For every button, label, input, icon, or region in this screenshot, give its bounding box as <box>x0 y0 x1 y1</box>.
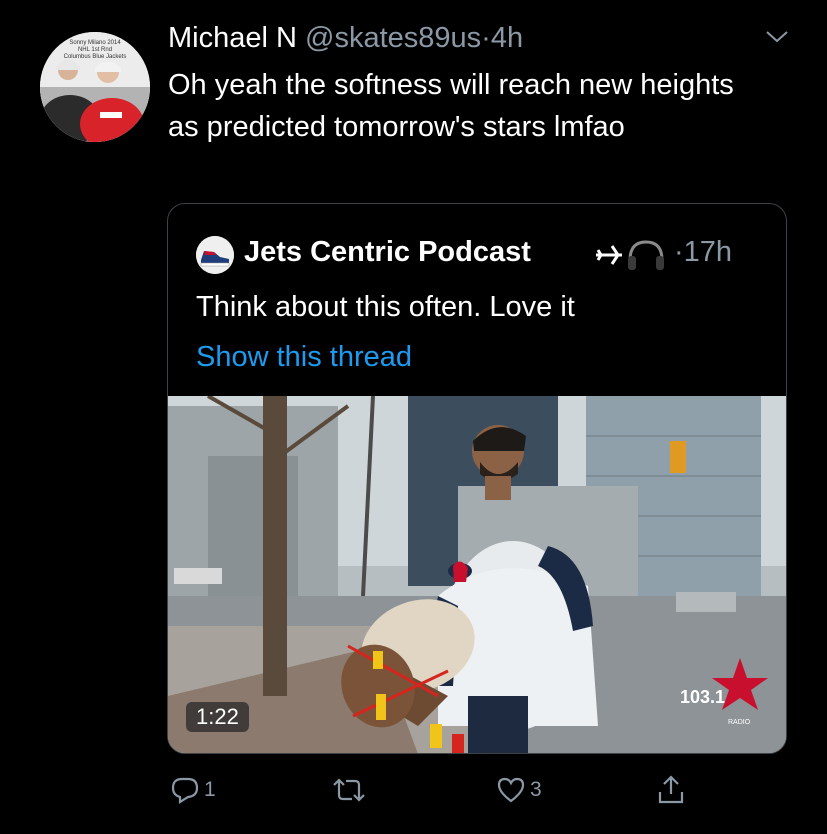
reply-icon <box>171 777 199 804</box>
reply-count: 1 <box>204 778 216 801</box>
video-duration-badge: 1:22 <box>186 702 249 732</box>
quoted-timestamp: 17h <box>683 236 733 268</box>
quoted-time-separator: · <box>674 236 684 268</box>
station-logo-text: 103.1 <box>680 687 725 707</box>
quoted-tweet-text: Think about this often. Love it <box>196 291 575 323</box>
tweet-text: Oh yeah the softness will reach new heig… <box>168 69 734 143</box>
video-thumbnail: 103.1 RADIO <box>168 396 786 753</box>
quoted-name-emoji <box>594 238 664 281</box>
avatar-caption: Sonny Milano 2014 NHL 1st Rnd Columbus B… <box>63 40 127 60</box>
quoted-tweet[interactable]: Jets Centric Podcast ·17h Think about th… <box>167 203 787 754</box>
sneaker-icon <box>196 236 234 274</box>
tweet-timestamp[interactable]: 4h <box>491 22 523 54</box>
retweet-button[interactable] <box>330 774 372 806</box>
time-separator: · <box>481 22 491 54</box>
show-thread-link[interactable]: Show this thread <box>196 338 412 376</box>
author-handle[interactable]: @skates89us <box>305 22 481 54</box>
reply-button[interactable]: 1 <box>170 774 216 806</box>
tweet-header: Michael N @skates89us·4h <box>168 20 523 56</box>
quoted-author-name[interactable]: Jets Centric Podcast <box>244 234 531 270</box>
chevron-down-icon[interactable] <box>764 26 790 46</box>
headphones-icon <box>628 240 664 270</box>
like-count: 3 <box>530 778 542 801</box>
author-avatar[interactable]: Sonny Milano 2014 NHL 1st Rnd Columbus B… <box>40 32 150 142</box>
share-button[interactable] <box>656 774 686 806</box>
station-subtext: RADIO <box>728 719 751 726</box>
author-name[interactable]: Michael N <box>168 22 297 54</box>
heart-icon <box>497 777 525 803</box>
video-player[interactable]: 103.1 RADIO 1:22 <box>168 396 786 753</box>
like-button[interactable]: 3 <box>496 774 542 806</box>
quoted-tweet-time[interactable]: ·17h <box>674 234 732 270</box>
share-icon <box>658 775 684 804</box>
quoted-author-avatar <box>196 236 234 274</box>
retweet-icon <box>333 778 365 802</box>
airplane-icon <box>596 245 622 265</box>
